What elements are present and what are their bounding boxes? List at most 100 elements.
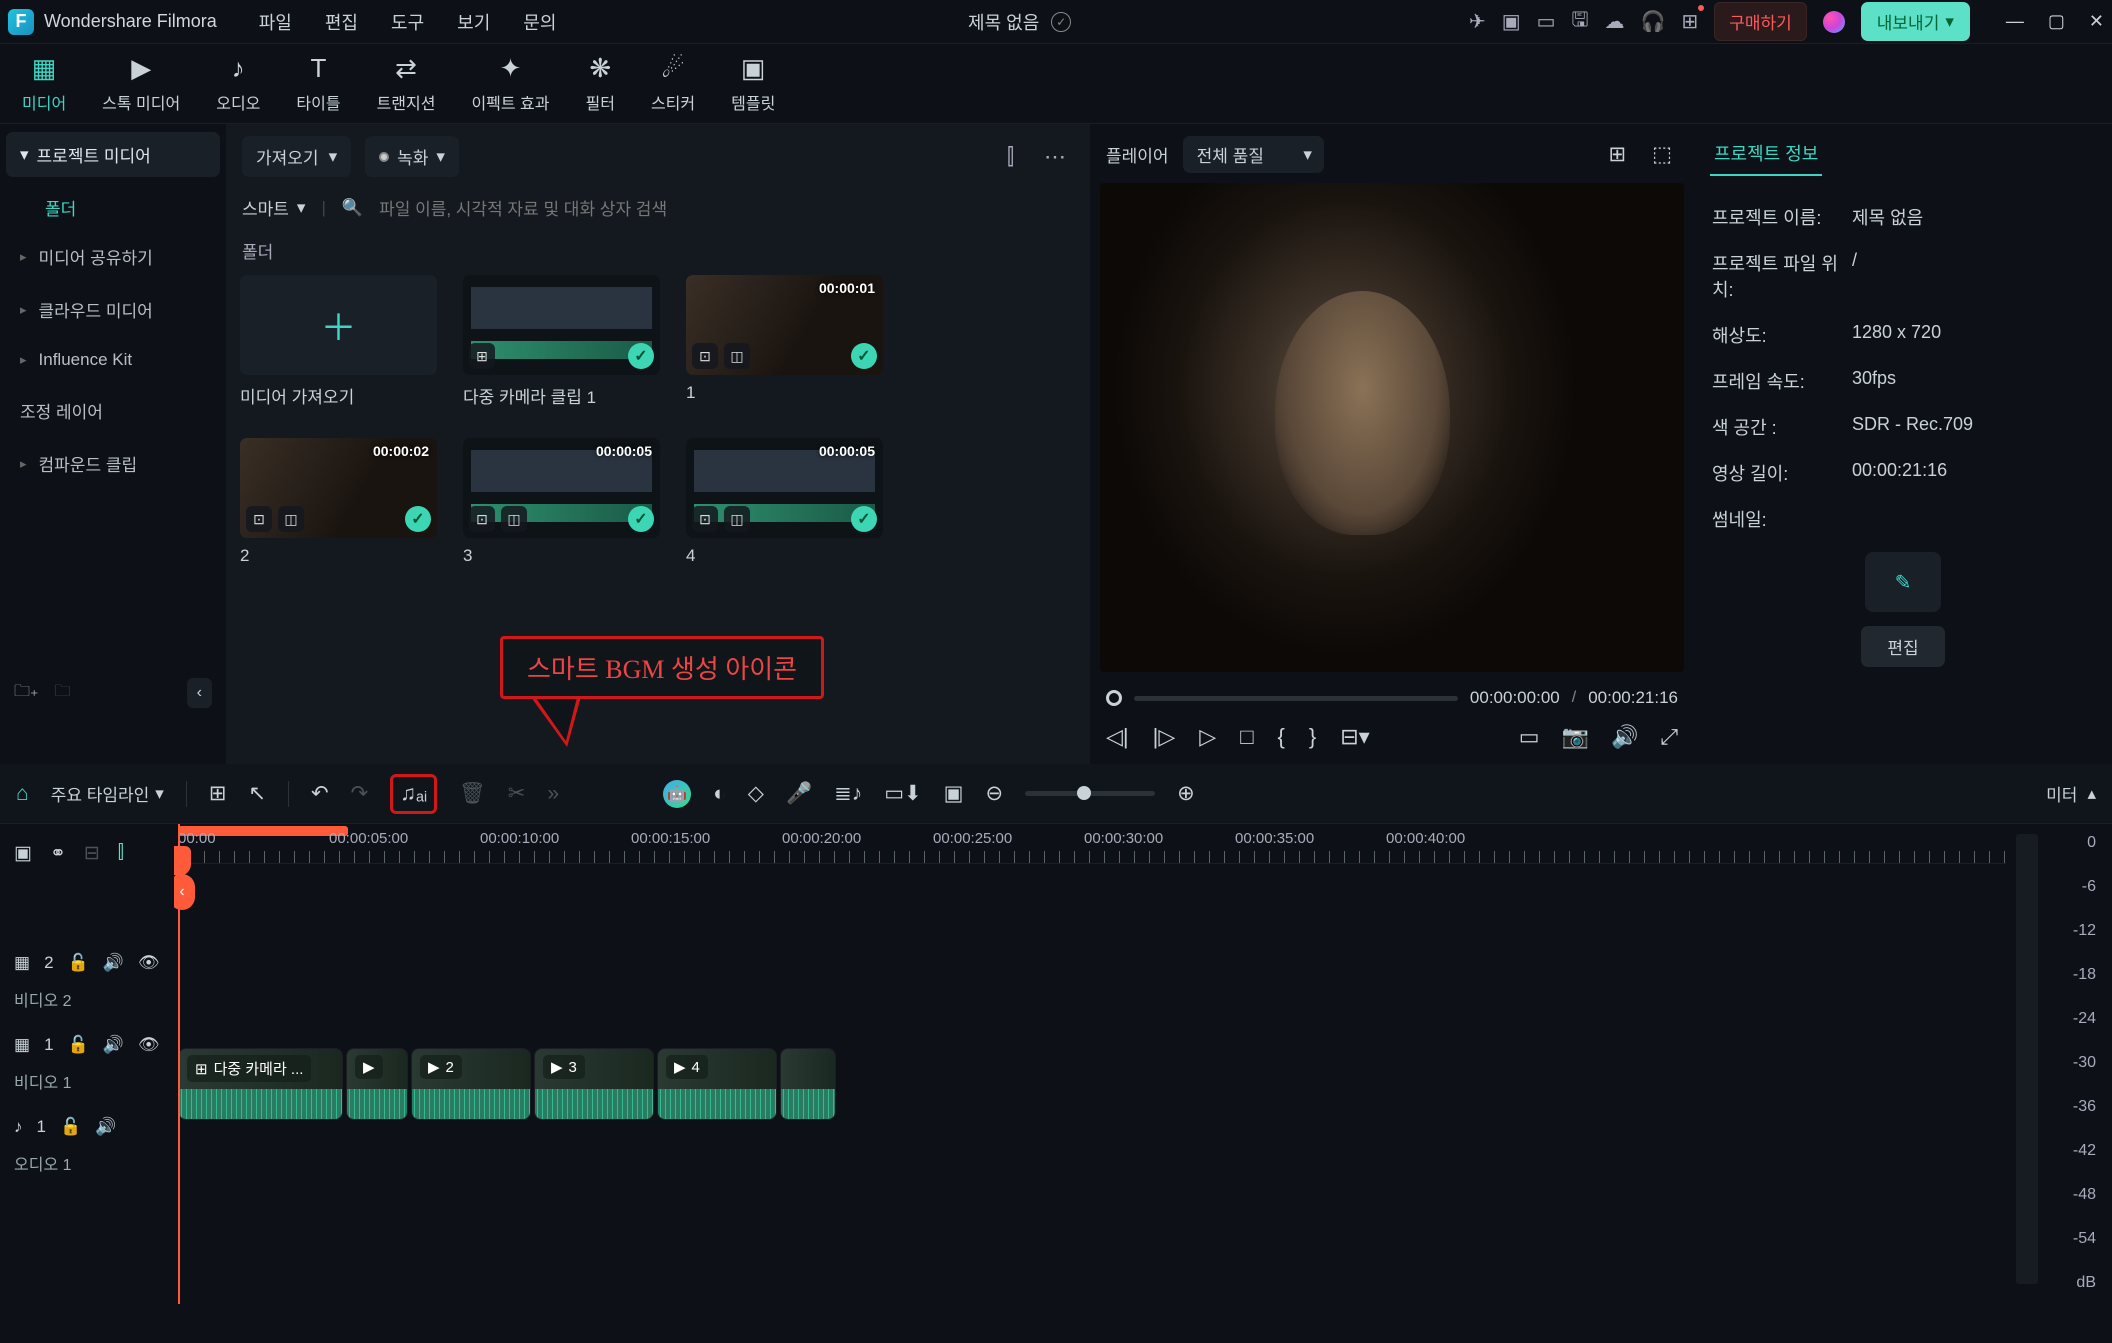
timeline-clip-multicam[interactable]: ⊞다중 카메라 ... [178, 1048, 343, 1120]
search-input[interactable]: 파일 이름, 시각적 자료 및 대화 상자 검색 [379, 195, 1074, 220]
tab-effects[interactable]: ✦이펙트 효과 [467, 47, 553, 120]
snap-off-icon[interactable]: ⊟ [84, 842, 100, 865]
sidebar-item-adjustment-layer[interactable]: 조정 레이어 [6, 386, 220, 435]
visibility-icon[interactable]: 👁 [138, 1035, 160, 1055]
tab-titles[interactable]: T타이틀 [292, 47, 344, 120]
tablet-icon[interactable]: ▣ [1502, 9, 1521, 34]
timeline-thumbs-icon[interactable]: ▣ [14, 842, 32, 865]
marker-icon[interactable]: ◇ [748, 781, 764, 806]
collapse-sidebar-icon[interactable]: ‹ [187, 678, 212, 708]
tab-templates[interactable]: ▣템플릿 [727, 47, 779, 120]
play-pause-icon[interactable]: |▷ [1153, 724, 1176, 750]
snapshot-icon[interactable]: 📷 [1562, 724, 1589, 750]
playhead[interactable] [178, 824, 180, 1304]
timeline-clip-2[interactable]: ▶2 [411, 1048, 531, 1120]
add-media-icon[interactable]: ＋ [240, 275, 437, 375]
tab-media[interactable]: ▦미디어 [18, 47, 70, 120]
more-icon[interactable]: ⋯ [1044, 144, 1066, 170]
keyframe-icon[interactable]: ▣ [944, 781, 964, 806]
export-button[interactable]: 내보내기▾ [1861, 2, 1970, 41]
zoom-out-icon[interactable]: ⊖ [985, 781, 1003, 806]
auto-ripple-icon[interactable]: ⫿ [118, 842, 124, 865]
mark-in-icon[interactable]: { [1278, 724, 1285, 750]
color-wheel-icon[interactable]: ◐ [713, 782, 726, 806]
link-icon[interactable]: ⚭ [50, 842, 66, 865]
import-dropdown[interactable]: 가져오기▾ [242, 136, 351, 177]
more-tools-icon[interactable]: » [547, 782, 559, 806]
folder-icon[interactable]: 🗀 [54, 680, 70, 707]
menu-help[interactable]: 문의 [523, 13, 556, 33]
media-clip-3[interactable]: 00:00:05 ⊡◫ ✓ 3 [463, 438, 660, 566]
media-thumb[interactable]: ⊞ ✓ [463, 275, 660, 375]
cursor-icon[interactable]: ↖ [248, 781, 266, 806]
cut-icon[interactable]: ✂ [508, 781, 526, 806]
record-dropdown[interactable]: 녹화▾ [365, 136, 459, 177]
grid-view-icon[interactable]: ⊞ [1609, 142, 1627, 167]
thumbnail-slot[interactable]: ✎ [1865, 552, 1941, 612]
save-icon[interactable]: 🖫 [1572, 5, 1589, 39]
apps-icon[interactable]: ⊞ [1681, 9, 1698, 34]
buy-button[interactable]: 구매하기 [1714, 2, 1807, 41]
tab-filters[interactable]: ❋필터 [582, 47, 619, 120]
send-icon[interactable]: ✈ [1469, 9, 1486, 34]
maximize-icon[interactable]: ▢ [2048, 11, 2065, 32]
prev-frame-icon[interactable]: ◁| [1106, 724, 1129, 750]
sidebar-item-share-media[interactable]: ▸미디어 공유하기 [6, 232, 220, 281]
filter-icon[interactable]: ⫿ [1007, 144, 1014, 170]
search-icon[interactable]: 🔍 [342, 198, 363, 218]
tab-transitions[interactable]: ⇄트랜지션 [373, 47, 440, 120]
timeline-clip-end[interactable] [780, 1048, 836, 1120]
preview-scrubber[interactable] [1134, 696, 1458, 701]
sidebar-item-cloud-media[interactable]: ▸클라우드 미디어 [6, 285, 220, 334]
media-multicam-cell[interactable]: ⊞ ✓ 다중 카메라 클립 1 [463, 275, 660, 408]
timeline-clip-3[interactable]: ▶3 [534, 1048, 654, 1120]
play-icon[interactable]: ▷ [1199, 724, 1216, 750]
fullscreen-icon[interactable]: ▭ [1519, 724, 1540, 750]
playhead-handle-icon[interactable] [174, 846, 191, 876]
home-icon[interactable]: ⌂ [16, 782, 29, 806]
folder-add-icon[interactable]: 🗀₊ [14, 680, 38, 707]
smart-mode-dropdown[interactable]: 스마트▾ [242, 195, 305, 220]
mark-out-icon[interactable]: } [1309, 724, 1316, 750]
media-clip-4[interactable]: 00:00:05 ⊡◫ ✓ 4 [686, 438, 883, 566]
zoom-knob-icon[interactable] [1077, 786, 1091, 800]
lock-icon[interactable]: 🔓 [60, 1117, 81, 1137]
track-head-video-2[interactable]: ▦2 🔓 🔊 👁 [10, 941, 164, 985]
mic-icon[interactable]: 🎤 [786, 782, 812, 806]
edit-button[interactable]: 편집 [1861, 626, 1944, 667]
ratio-icon[interactable]: ⊟▾ [1340, 724, 1369, 750]
tab-stickers[interactable]: ☄스티커 [647, 47, 699, 120]
monitor-icon[interactable]: ▭ [1537, 9, 1556, 34]
tab-audio[interactable]: ♪오디오 [212, 47, 264, 120]
cloud-icon[interactable]: ☁ [1605, 9, 1625, 34]
menu-tools[interactable]: 도구 [391, 13, 424, 33]
media-clip-1[interactable]: 00:00:01 ⊡◫ ✓ 1 [686, 275, 883, 408]
headphones-icon[interactable]: 🎧 [1641, 9, 1666, 34]
mute-icon[interactable]: 🔊 [95, 1117, 116, 1137]
lock-icon[interactable]: 🔓 [68, 953, 89, 973]
redo-icon[interactable]: ↷ [351, 781, 369, 806]
track-head-video-1[interactable]: ▦1 🔓 🔊 👁 [10, 1023, 164, 1067]
lock-icon[interactable]: 🔓 [68, 1035, 89, 1055]
preview-viewport[interactable] [1100, 183, 1684, 672]
media-thumb[interactable]: 00:00:05 ⊡◫ ✓ [686, 438, 883, 538]
scope-icon[interactable]: ⬚ [1652, 142, 1672, 167]
menu-view[interactable]: 보기 [457, 13, 490, 33]
timeline-clip-4[interactable]: ▶4 [657, 1048, 777, 1120]
render-icon[interactable]: ▭⬇ [884, 781, 921, 806]
meter-toggle[interactable]: 미터▴ [2046, 781, 2096, 806]
zoom-slider[interactable] [1025, 791, 1155, 796]
volume-icon[interactable]: 🔊 [1611, 724, 1638, 750]
playhead-start-icon[interactable] [1106, 690, 1122, 706]
menu-file[interactable]: 파일 [259, 13, 292, 33]
menu-edit[interactable]: 편집 [325, 13, 358, 33]
mute-icon[interactable]: 🔊 [103, 953, 124, 973]
sidebar-item-influence-kit[interactable]: ▸Influence Kit [6, 338, 220, 382]
track-head-audio-1[interactable]: ♪1 🔓 🔊 [10, 1105, 164, 1149]
media-import-cell[interactable]: ＋ 미디어 가져오기 [240, 275, 437, 408]
tab-stock-media[interactable]: ▶스톡 미디어 [98, 47, 184, 120]
audio-mix-icon[interactable]: ≣♪ [834, 781, 862, 806]
sidebar-folder[interactable]: 폴더 [6, 183, 220, 232]
timeline-clip-gap[interactable]: ▶ [346, 1048, 408, 1120]
undo-icon[interactable]: ↶ [311, 781, 329, 806]
